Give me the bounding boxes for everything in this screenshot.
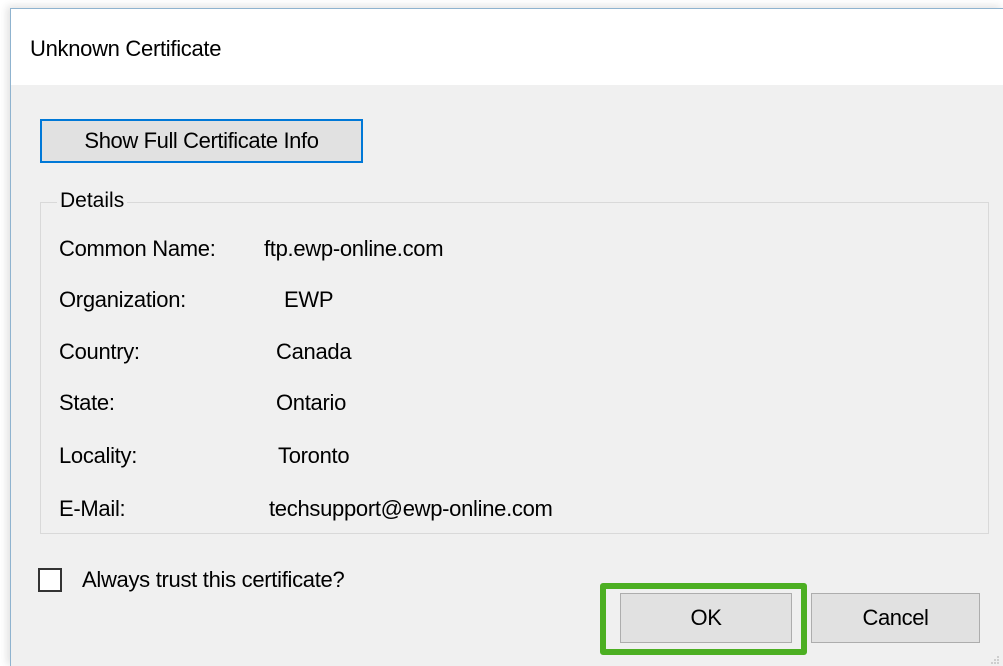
detail-label: Organization: [59, 287, 186, 312]
always-trust-checkbox-row[interactable]: Always trust this certificate? [38, 565, 345, 595]
detail-value: techsupport@ewp-online.com [269, 496, 553, 521]
details-legend: Details [57, 189, 128, 213]
ok-button[interactable]: OK [620, 593, 792, 643]
window-title: Unknown Certificate [30, 36, 222, 61]
detail-row-organization: Organization: EWP [59, 287, 334, 313]
always-trust-checkbox[interactable] [38, 568, 62, 592]
detail-label: Common Name: [59, 236, 216, 261]
certificate-dialog: Unknown Certificate Show Full Certificat… [10, 8, 1003, 666]
detail-value: Canada [276, 339, 352, 364]
detail-row-state: State: Ontario [59, 390, 346, 416]
detail-label: Locality: [59, 443, 138, 468]
details-groupbox: Details Common Name: ftp.ewp-online.com … [40, 189, 989, 534]
title-bar[interactable]: Unknown Certificate [11, 9, 1003, 85]
detail-row-country: Country: Canada [59, 339, 352, 365]
always-trust-label[interactable]: Always trust this certificate? [82, 567, 345, 593]
detail-value: ftp.ewp-online.com [264, 236, 444, 261]
detail-label: Country: [59, 339, 140, 364]
detail-value: Ontario [276, 390, 347, 415]
resize-grip-icon[interactable] [990, 655, 1000, 665]
detail-row-locality: Locality: Toronto [59, 443, 350, 469]
dialog-content: Show Full Certificate Info Details Commo… [11, 85, 1003, 666]
detail-value: EWP [284, 287, 334, 312]
cancel-button[interactable]: Cancel [811, 593, 980, 643]
detail-label: State: [59, 390, 115, 415]
detail-row-email: E-Mail: techsupport@ewp-online.com [59, 496, 553, 522]
detail-value: Toronto [278, 443, 350, 468]
detail-row-common-name: Common Name: ftp.ewp-online.com [59, 236, 444, 262]
show-full-certificate-info-button[interactable]: Show Full Certificate Info [40, 119, 363, 163]
page: Unknown Certificate Show Full Certificat… [0, 0, 1003, 666]
detail-label: E-Mail: [59, 496, 126, 521]
